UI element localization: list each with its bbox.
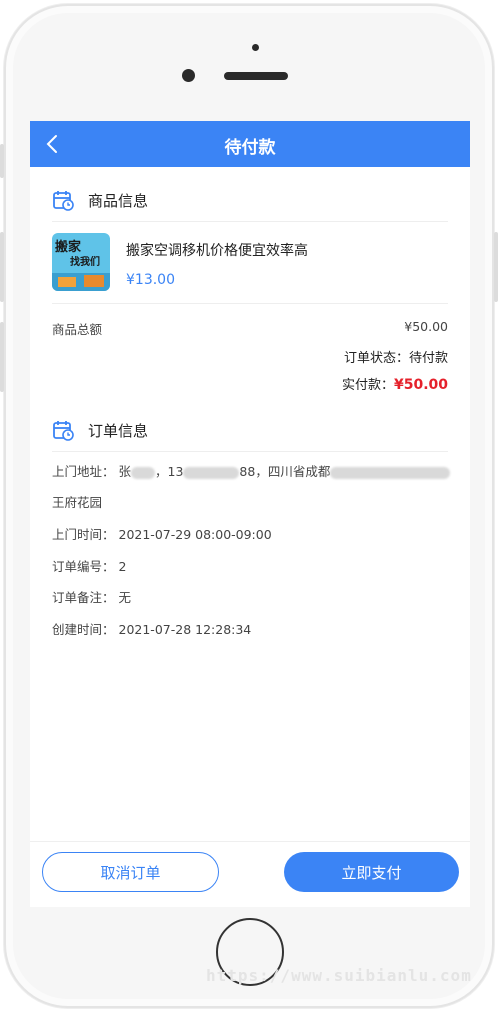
total-label: 商品总额: [52, 322, 103, 337]
address-row: 上门地址： 张 ，13 88，四川省成都: [52, 461, 451, 480]
goods-section-header: 商品信息: [52, 188, 148, 212]
visit-time-value: 2021-07-29 08:00-09:00: [118, 527, 272, 542]
calendar-icon: [52, 189, 74, 211]
remark-row: 订单备注： 无: [52, 587, 131, 606]
order-status: 订单状态：待付款: [344, 347, 448, 366]
divider: [52, 221, 448, 222]
nav-bar: 待付款: [30, 121, 470, 167]
paid-label: 实付款：: [341, 378, 394, 393]
status-label: 订单状态：: [343, 351, 409, 366]
visit-time-row: 上门时间： 2021-07-29 08:00-09:00: [52, 524, 272, 543]
order-section-header: 订单信息: [52, 418, 148, 442]
calendar-icon: [52, 419, 74, 441]
remark-value: 无: [118, 590, 132, 605]
speaker: [224, 72, 288, 80]
sensor: [252, 44, 259, 51]
page-title: 待付款: [224, 138, 276, 158]
address-label: 上门地址：: [52, 464, 115, 479]
watermark: https://www.suibianlu.com: [206, 966, 472, 985]
product-thumbnail[interactable]: 搬家 找我们: [52, 233, 110, 291]
address-text: ，13: [155, 464, 184, 479]
side-button: [0, 322, 4, 392]
total-value: ¥50.00: [404, 319, 448, 334]
paid-amount: 实付款：¥50.00: [342, 374, 448, 393]
section-title: 订单信息: [88, 421, 149, 440]
order-number-value: 2: [118, 559, 127, 574]
redacted-block: [183, 466, 240, 479]
bottom-divider: [30, 841, 470, 842]
product-price: ¥13.00: [126, 272, 175, 288]
paid-value: ¥50.00: [393, 377, 448, 393]
product-name[interactable]: 搬家空调移机价格便宜效率高: [126, 240, 308, 260]
order-number-label: 订单编号：: [52, 559, 115, 574]
created-time-value: 2021-07-28 12:28:34: [118, 622, 252, 637]
redacted-block: [330, 466, 451, 479]
redacted-block: [131, 466, 156, 479]
side-button: [0, 232, 4, 302]
status-value: 待付款: [408, 351, 448, 366]
thumbnail-text: 搬家: [55, 239, 82, 255]
created-time-row: 创建时间： 2021-07-28 12:28:34: [52, 619, 251, 638]
order-number-row: 订单编号： 2: [52, 556, 126, 575]
divider: [52, 303, 448, 304]
divider: [52, 451, 448, 452]
app-screen: 待付款 商品信息 搬家 找我们 搬家空调移机价格便宜效率高 ¥13.00 商品总…: [30, 121, 470, 907]
pay-now-button[interactable]: 立即支付: [284, 852, 459, 892]
visit-time-label: 上门时间：: [52, 527, 115, 542]
thumbnail-text: 找我们: [70, 255, 100, 268]
cancel-order-button[interactable]: 取消订单: [42, 852, 219, 892]
section-title: 商品信息: [88, 191, 149, 210]
address-text: 张: [118, 464, 132, 479]
remark-label: 订单备注：: [52, 590, 115, 605]
address-text: 88，四川省成都: [239, 464, 331, 479]
address-line-2: 王府花园: [52, 495, 103, 510]
front-camera: [182, 69, 195, 82]
created-time-label: 创建时间：: [52, 622, 115, 637]
side-button: [494, 232, 498, 302]
side-button: [0, 144, 4, 178]
